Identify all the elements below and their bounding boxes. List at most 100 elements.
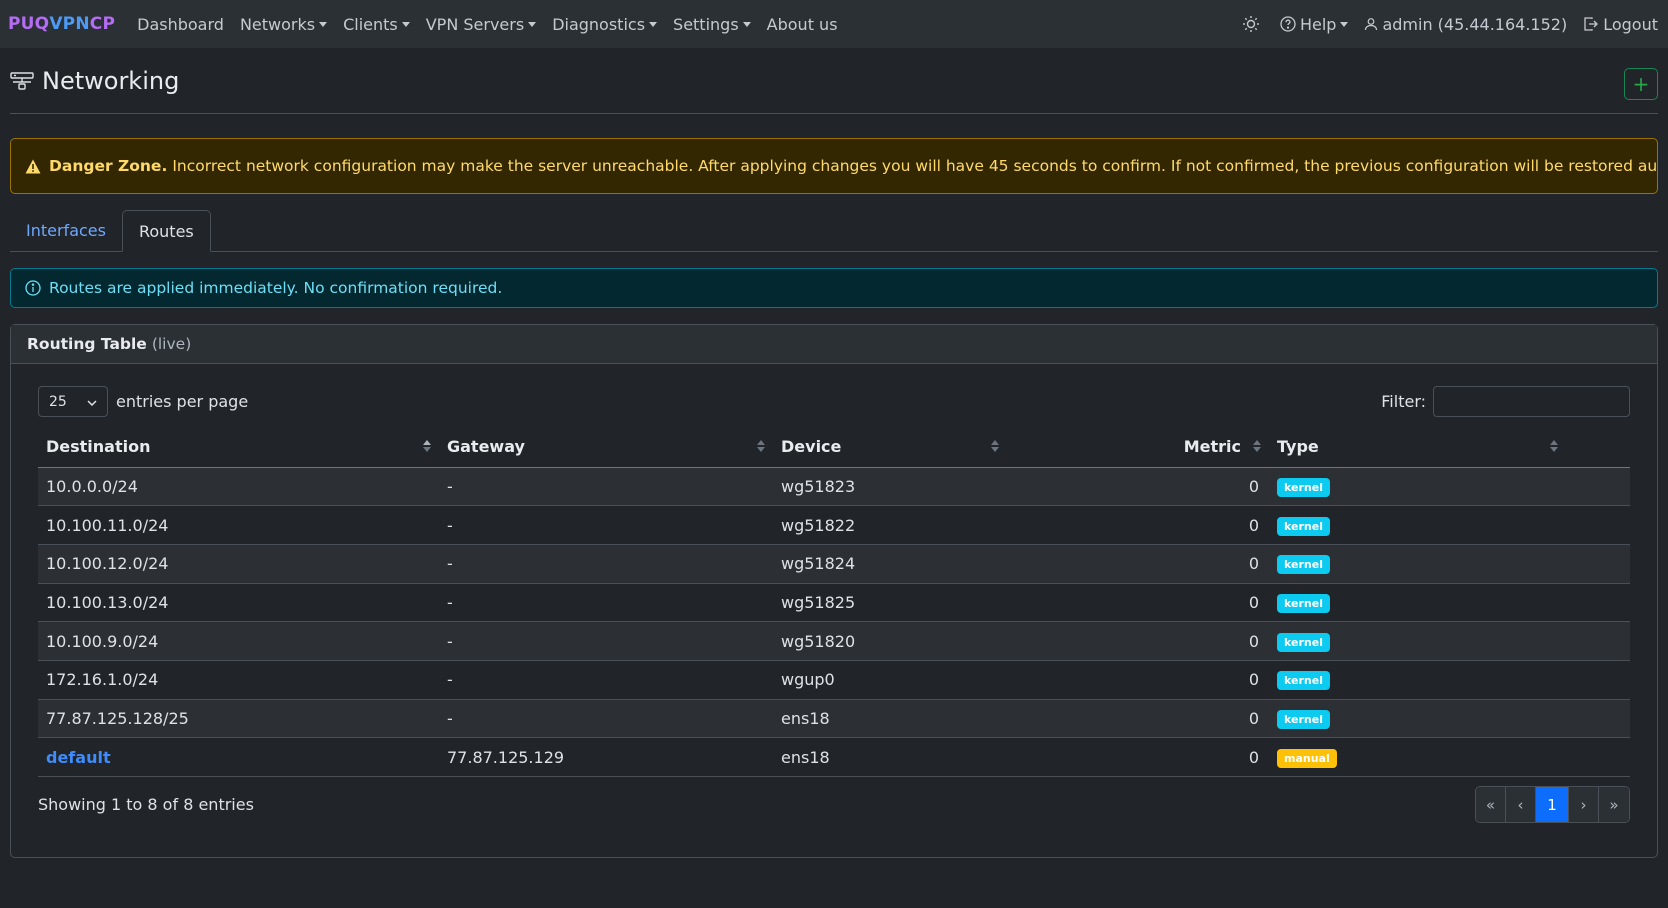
routing-table: Destination Gateway Device Metric Type 1…: [38, 427, 1630, 777]
sort-icon: [991, 440, 999, 452]
entries-info: Showing 1 to 8 of 8 entries: [38, 795, 254, 814]
cell-type: kernel: [1269, 467, 1630, 507]
logout-icon: [1583, 16, 1599, 32]
column-header-gateway[interactable]: Gateway: [439, 427, 773, 468]
brand-part-cp: CP: [89, 14, 116, 34]
page-header: Networking +: [10, 48, 1658, 114]
cell-type: kernel: [1269, 621, 1630, 661]
theme-toggle-button[interactable]: [1242, 15, 1264, 33]
nav-label: Clients: [343, 14, 398, 34]
cell-destination: 10.100.12.0/24: [38, 544, 439, 584]
warning-triangle-icon: [25, 159, 41, 174]
chevron-down-icon: [649, 21, 658, 27]
danger-zone-alert: Danger Zone. Incorrect network configura…: [10, 138, 1658, 194]
cell-gateway: 77.87.125.129: [439, 737, 773, 777]
nav-networks[interactable]: Networks: [239, 14, 328, 34]
cell-gateway: -: [439, 544, 773, 584]
filter-input[interactable]: [1433, 386, 1630, 417]
column-label: Gateway: [447, 437, 525, 457]
nav-label: Networks: [239, 14, 316, 34]
table-footer: Showing 1 to 8 of 8 entries « ‹ 1 › »: [38, 786, 1630, 823]
nav-settings[interactable]: Settings: [673, 15, 751, 34]
tab-routes[interactable]: Routes: [121, 210, 211, 252]
cell-metric: 0: [1007, 583, 1269, 623]
user-menu[interactable]: admin (45.44.164.152): [1364, 15, 1567, 34]
nav-diagnostics[interactable]: Diagnostics: [552, 14, 658, 34]
nav-vpn-servers[interactable]: VPN Servers: [426, 15, 537, 34]
route-type-badge: kernel: [1277, 477, 1330, 497]
cell-gateway: -: [439, 467, 773, 507]
column-header-device[interactable]: Device: [773, 427, 1007, 468]
column-label: Type: [1277, 437, 1319, 457]
cell-metric: 0: [1007, 467, 1269, 507]
column-label: Device: [781, 437, 842, 457]
per-page-select[interactable]: 25: [38, 386, 108, 417]
add-button[interactable]: +: [1624, 68, 1658, 100]
per-page-label: entries per page: [116, 392, 249, 411]
cell-type: kernel: [1269, 544, 1630, 584]
route-type-badge: manual: [1277, 748, 1337, 768]
top-navbar: PUQVPNCP Dashboard Networks Clients VPN Ser…: [0, 0, 1668, 48]
page-last-button[interactable]: »: [1599, 787, 1629, 822]
cell-type: kernel: [1269, 505, 1630, 545]
sort-icon: [423, 440, 431, 452]
nav-clients[interactable]: Clients: [343, 15, 410, 34]
cell-destination: 10.100.13.0/24: [38, 583, 439, 623]
route-destination-link[interactable]: default: [46, 748, 111, 767]
table-row: 172.16.1.0/24- wgup0 0 kernel: [38, 660, 1630, 700]
page-1-button[interactable]: 1: [1536, 787, 1569, 822]
column-label: Destination: [46, 437, 151, 457]
networking-tabs: Interfaces Routes: [10, 210, 1658, 252]
logout-link[interactable]: Logout: [1583, 15, 1658, 34]
cell-device: wg51820: [773, 621, 1007, 661]
nav-label: Diagnostics: [552, 14, 646, 34]
cell-destination: 10.0.0.0/24: [38, 467, 439, 507]
cell-destination: 10.100.11.0/24: [38, 505, 439, 545]
cell-device: wg51825: [773, 583, 1007, 623]
brand-part-puq: PUQ: [8, 14, 50, 34]
cell-destination: 10.100.9.0/24: [38, 621, 439, 661]
per-page-control: 25 entries per page: [38, 386, 248, 417]
page-next-button[interactable]: ›: [1569, 787, 1599, 822]
table-row: 10.100.12.0/24- wg51824 0 kernel: [38, 544, 1630, 584]
help-label: Help: [1299, 14, 1337, 34]
nav-dashboard[interactable]: Dashboard: [137, 15, 224, 34]
column-header-type[interactable]: Type: [1269, 427, 1630, 468]
help-menu[interactable]: Help: [1280, 14, 1349, 34]
cell-device: wg51822: [773, 505, 1007, 545]
card-subtitle: (live): [151, 335, 192, 353]
tab-interfaces[interactable]: Interfaces: [10, 210, 122, 251]
nav-about-us[interactable]: About us: [767, 15, 838, 34]
card-body: 25 entries per page Filter: Destination …: [11, 364, 1657, 857]
cell-gateway: -: [439, 660, 773, 700]
cell-metric: 0: [1007, 621, 1269, 661]
info-circle-icon: [25, 280, 41, 296]
cell-metric: 0: [1007, 737, 1269, 777]
route-type-badge: kernel: [1277, 709, 1330, 729]
column-header-destination[interactable]: Destination: [38, 427, 439, 468]
cell-type: kernel: [1269, 660, 1630, 700]
cell-metric: 0: [1007, 505, 1269, 545]
route-type-badge: kernel: [1277, 516, 1330, 536]
user-label: admin (45.44.164.152): [1382, 14, 1568, 34]
page-title: Networking: [10, 67, 179, 95]
cell-destination: default: [38, 737, 439, 777]
page-first-button[interactable]: «: [1476, 787, 1506, 822]
brand-logo[interactable]: PUQVPNCP: [8, 14, 115, 34]
routing-table-card: Routing Table (live) 25 entries per page…: [10, 324, 1658, 858]
chevron-down-icon: [401, 21, 410, 27]
chevron-down-icon: [742, 21, 751, 27]
table-row: 10.100.9.0/24- wg51820 0 kernel: [38, 621, 1630, 661]
card-header: Routing Table (live): [11, 325, 1657, 364]
page-prev-button[interactable]: ‹: [1506, 787, 1536, 822]
route-type-badge: kernel: [1277, 555, 1330, 575]
cell-gateway: -: [439, 699, 773, 739]
routes-info-text: Routes are applied immediately. No confi…: [49, 279, 503, 297]
user-icon: [1364, 17, 1378, 31]
page-content: Networking + Danger Zone. Incorrect netw…: [0, 48, 1668, 858]
column-header-metric[interactable]: Metric: [1007, 427, 1269, 468]
table-row: 10.100.11.0/24- wg51822 0 kernel: [38, 505, 1630, 545]
cell-type: kernel: [1269, 699, 1630, 739]
cell-device: wgup0: [773, 660, 1007, 700]
sort-icon: [1550, 440, 1558, 452]
